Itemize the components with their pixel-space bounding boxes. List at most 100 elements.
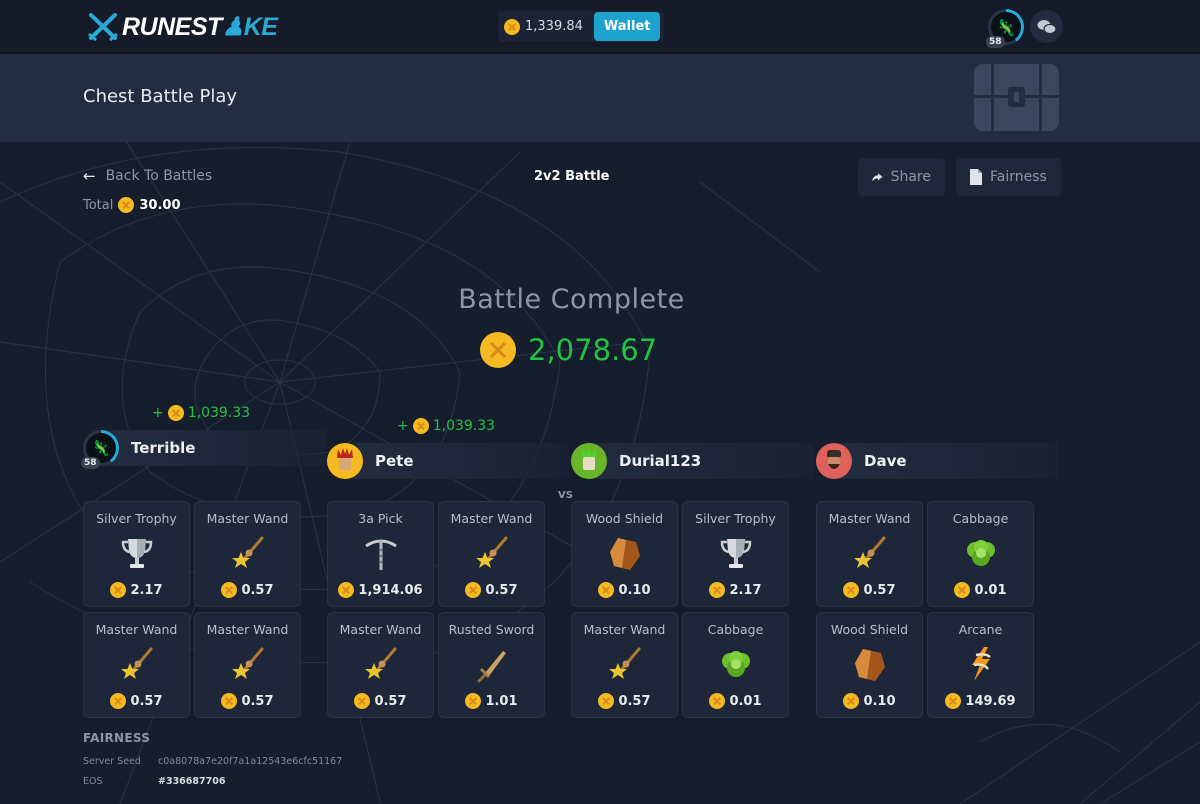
share-arrow-icon xyxy=(872,172,883,182)
bearded-head-icon xyxy=(827,450,841,469)
winnings-value: 1,039.33 xyxy=(432,418,496,434)
item-price-value: 2.17 xyxy=(729,582,762,598)
item-price-value: 0.57 xyxy=(374,693,407,709)
level-badge: 58 xyxy=(81,457,100,469)
item-name: Cabbage xyxy=(952,511,1009,526)
player-winnings: + 1,039.33 xyxy=(152,405,250,421)
item-price: 0.01 xyxy=(928,582,1033,598)
balance-display: 1,339.84 Wallet xyxy=(498,11,665,42)
coin-icon xyxy=(480,332,516,368)
item-price-value: 149.69 xyxy=(965,693,1016,709)
coin-icon xyxy=(954,582,971,598)
back-label: Back To Battles xyxy=(105,168,213,184)
item-card[interactable]: Wood Shield 0.10 xyxy=(571,501,678,607)
item-name: Wood Shield xyxy=(585,511,664,526)
winnings-value: 1,039.33 xyxy=(187,405,251,421)
server-seed-value[interactable]: c0a8078a7e20f7a1a12543e6cfc51167 xyxy=(158,756,342,767)
item-price-value: 0.01 xyxy=(729,693,762,709)
item-price-value: 0.57 xyxy=(241,693,274,709)
balance-value: 1,339.84 xyxy=(525,19,583,34)
battle-complete-total: 2,078.67 xyxy=(480,332,657,368)
player-dave[interactable]: Dave xyxy=(816,443,1058,479)
coin-icon xyxy=(118,197,135,213)
item-price: 2.17 xyxy=(84,582,189,598)
item-name: Master Wand xyxy=(339,622,422,637)
item-card[interactable]: Master Wand 0.57 xyxy=(571,612,678,718)
arcane-icon xyxy=(962,645,1000,683)
item-price-value: 1.01 xyxy=(485,693,518,709)
item-name: Wood Shield xyxy=(830,622,909,637)
item-price-value: 0.57 xyxy=(130,693,163,709)
item-card[interactable]: Master Wand 0.57 xyxy=(194,501,301,607)
item-price-value: 0.57 xyxy=(241,582,274,598)
plus-sign: + xyxy=(152,405,164,421)
item-card[interactable]: Wood Shield 0.10 xyxy=(816,612,923,718)
fairness-section-title: FAIRNESS xyxy=(83,731,151,745)
item-name: Cabbage xyxy=(707,622,764,637)
item-price-value: 2.17 xyxy=(130,582,163,598)
level-badge: 58 xyxy=(986,36,1005,48)
item-card[interactable]: Master Wand 0.57 xyxy=(438,501,545,607)
lizard-avatar: 🦎 58 xyxy=(81,430,119,469)
battle-complete-title: Battle Complete xyxy=(458,284,685,315)
runestake-logo[interactable]: RUNEST♟KE xyxy=(88,12,278,42)
coin-icon xyxy=(110,693,127,709)
fairness-button[interactable]: Fairness xyxy=(956,158,1061,196)
pickaxe-icon xyxy=(362,534,400,572)
document-icon xyxy=(970,169,982,185)
item-card[interactable]: 3a Pick 1,914.06 xyxy=(327,501,434,607)
item-card[interactable]: Rusted Sword 1.01 xyxy=(438,612,545,718)
vs-label: VS xyxy=(558,490,573,501)
page-title: Chest Battle Play xyxy=(83,86,238,107)
coin-icon xyxy=(504,18,520,35)
battle-type-label: 2v2 Battle xyxy=(534,169,610,184)
wand-icon xyxy=(362,645,400,683)
chat-button[interactable] xyxy=(1030,10,1063,43)
coin-icon xyxy=(843,693,860,709)
wand-icon xyxy=(851,534,889,572)
coin-icon xyxy=(843,582,860,598)
item-price: 0.57 xyxy=(195,693,300,709)
player-pete[interactable]: Pete xyxy=(327,443,569,479)
coin-icon xyxy=(709,582,726,598)
coin-icon xyxy=(945,693,962,709)
item-card[interactable]: Cabbage 0.01 xyxy=(682,612,789,718)
item-card[interactable]: Master Wand 0.57 xyxy=(327,612,434,718)
player-terrible[interactable]: 🦎 58 Terrible xyxy=(81,430,325,469)
item-name: Master Wand xyxy=(828,511,911,526)
total-label: Total xyxy=(83,197,114,213)
cabbage-icon xyxy=(717,645,755,683)
crown-avatar xyxy=(327,443,363,479)
item-name: Silver Trophy xyxy=(695,511,776,526)
total-value: 30.00 xyxy=(139,197,181,213)
item-price-value: 0.57 xyxy=(485,582,518,598)
item-card[interactable]: Cabbage 0.01 xyxy=(927,501,1034,607)
plus-sign: + xyxy=(397,418,409,434)
item-card[interactable]: Arcane 149.69 xyxy=(927,612,1034,718)
coin-icon xyxy=(221,582,238,598)
item-card[interactable]: Silver Trophy 2.17 xyxy=(83,501,190,607)
item-card[interactable]: Silver Trophy 2.17 xyxy=(682,501,789,607)
item-price-value: 0.10 xyxy=(618,582,651,598)
item-price: 149.69 xyxy=(928,693,1033,709)
wallet-button[interactable]: Wallet xyxy=(593,12,661,41)
eos-value[interactable]: #336687706 xyxy=(158,776,225,787)
item-price: 0.57 xyxy=(572,693,677,709)
item-card[interactable]: Master Wand 0.57 xyxy=(194,612,301,718)
item-price: 0.57 xyxy=(817,582,922,598)
crown-head-icon xyxy=(337,448,353,470)
item-card[interactable]: Master Wand 0.57 xyxy=(83,612,190,718)
back-to-battles-link[interactable]: ← Back To Battles xyxy=(83,167,212,185)
item-price-value: 0.57 xyxy=(618,693,651,709)
user-avatar[interactable]: 🦎 58 xyxy=(986,9,1024,48)
player-durial123[interactable]: Durial123 xyxy=(571,443,813,479)
item-price: 0.01 xyxy=(683,693,788,709)
item-price: 0.57 xyxy=(439,582,544,598)
share-button[interactable]: Share xyxy=(858,158,945,196)
item-card[interactable]: Master Wand 0.57 xyxy=(816,501,923,607)
treasure-chest-icon xyxy=(974,64,1059,131)
cabbage-icon xyxy=(962,534,1000,572)
trophy-icon xyxy=(717,534,755,572)
item-price-value: 0.10 xyxy=(863,693,896,709)
item-name: Master Wand xyxy=(206,511,289,526)
